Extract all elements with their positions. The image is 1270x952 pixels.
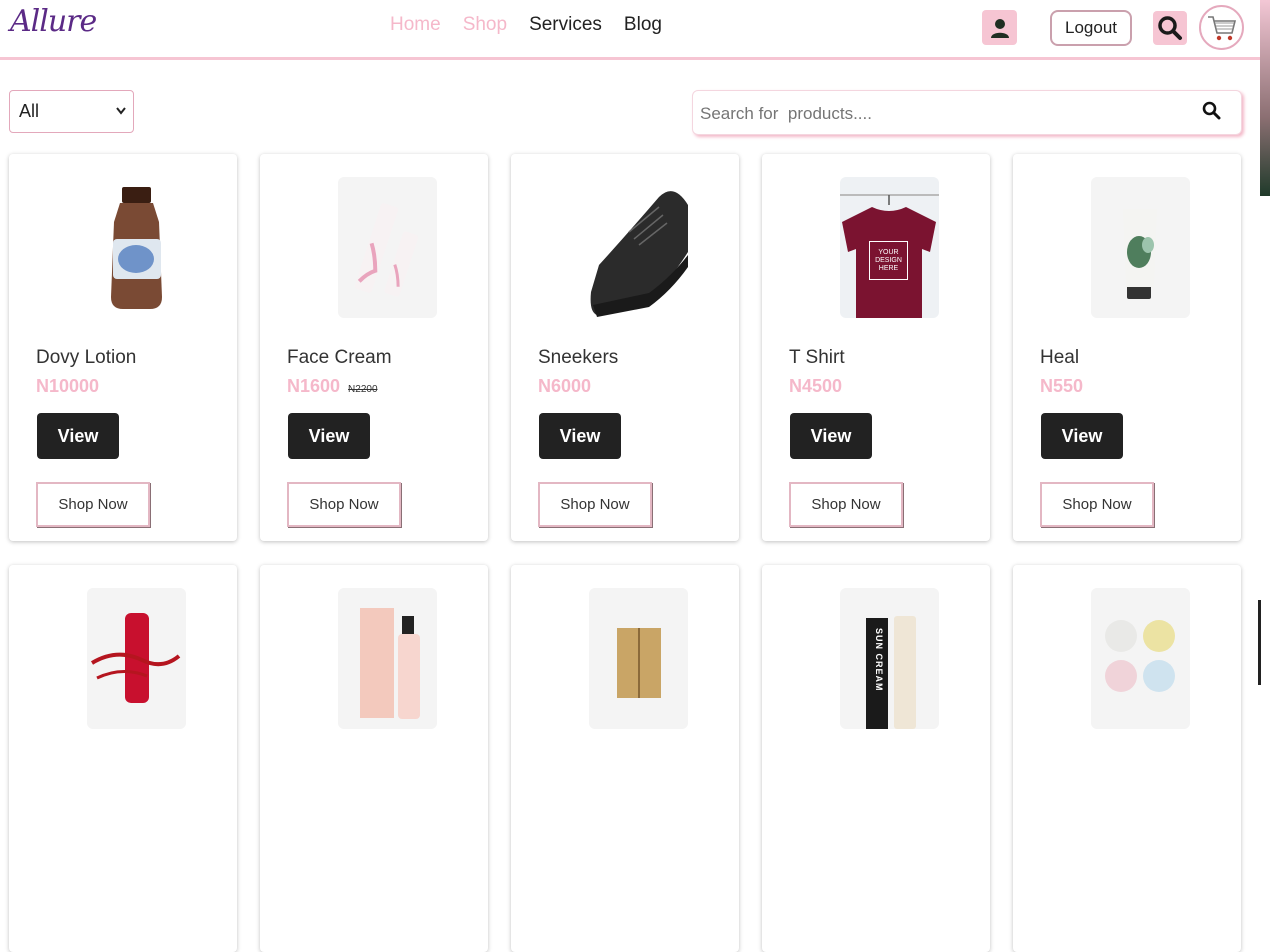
shop-now-button[interactable]: Shop Now bbox=[538, 482, 652, 527]
product-image[interactable] bbox=[589, 588, 688, 729]
shop-now-button[interactable]: Shop Now bbox=[1040, 482, 1154, 527]
tshirt-text-line: DESIGN bbox=[875, 256, 902, 264]
scrollbar-thumb[interactable] bbox=[1260, 0, 1270, 196]
shop-now-button[interactable]: Shop Now bbox=[287, 482, 401, 527]
nav-services[interactable]: Services bbox=[529, 14, 602, 36]
price-original: N2200 bbox=[348, 384, 378, 395]
view-button[interactable]: View bbox=[37, 413, 119, 459]
shop-now-button[interactable]: Shop Now bbox=[789, 482, 903, 527]
view-button[interactable]: View bbox=[1041, 413, 1123, 459]
tshirt-text-line: HERE bbox=[878, 264, 899, 272]
cart-button[interactable] bbox=[1199, 5, 1244, 50]
tshirt-print-area: YOUR DESIGN HERE bbox=[869, 241, 908, 280]
product-search-box bbox=[692, 90, 1242, 135]
product-image[interactable] bbox=[589, 177, 688, 318]
nav-home[interactable]: Home bbox=[390, 14, 441, 36]
product-card bbox=[511, 565, 739, 952]
price-current: N4500 bbox=[789, 376, 843, 396]
product-card bbox=[9, 565, 237, 952]
product-image[interactable] bbox=[338, 588, 437, 729]
sun-cream-label: SUN CREAM bbox=[874, 628, 884, 692]
product-name: Face Cream bbox=[287, 347, 392, 368]
product-name: T Shirt bbox=[789, 347, 845, 368]
filter-selected-value: All bbox=[19, 101, 40, 121]
product-price: N550 bbox=[1040, 376, 1083, 397]
product-image[interactable] bbox=[87, 588, 186, 729]
cart-icon bbox=[1207, 15, 1236, 40]
product-image[interactable]: SUN CREAM bbox=[840, 588, 939, 729]
chevron-down-icon bbox=[116, 107, 126, 115]
user-icon bbox=[990, 18, 1009, 38]
product-image[interactable] bbox=[1091, 177, 1190, 318]
search-icon[interactable] bbox=[1202, 101, 1221, 120]
user-account-button[interactable] bbox=[982, 10, 1017, 45]
product-card: SUN CREAM bbox=[762, 565, 990, 952]
product-card: Heal N550 View Shop Now bbox=[1013, 154, 1241, 541]
logout-button[interactable]: Logout bbox=[1050, 10, 1132, 46]
nav-blog[interactable]: Blog bbox=[624, 14, 662, 36]
product-card: Dovy Lotion N10000 View Shop Now bbox=[9, 154, 237, 541]
product-price: N4500 bbox=[789, 376, 842, 397]
product-image[interactable] bbox=[338, 177, 437, 318]
price-current: N1600 bbox=[287, 376, 341, 396]
brand-logo[interactable]: Allure bbox=[10, 4, 97, 39]
product-price: N1600 N2200 bbox=[287, 376, 378, 397]
scrollbar-edge bbox=[1258, 600, 1261, 685]
price-current: N6000 bbox=[538, 376, 592, 396]
product-card: Face Cream N1600 N2200 View Shop Now bbox=[260, 154, 488, 541]
product-price: N10000 bbox=[36, 376, 99, 397]
product-name: Dovy Lotion bbox=[36, 347, 137, 368]
category-filter-select[interactable]: All bbox=[9, 90, 134, 133]
product-name: Heal bbox=[1040, 347, 1080, 368]
price-current: N550 bbox=[1040, 376, 1084, 396]
view-button[interactable]: View bbox=[539, 413, 621, 459]
product-card bbox=[260, 565, 488, 952]
nav-shop[interactable]: Shop bbox=[463, 14, 507, 36]
search-icon bbox=[1158, 16, 1182, 40]
product-name: Sneekers bbox=[538, 347, 619, 368]
product-card: Sneekers N6000 View Shop Now bbox=[511, 154, 739, 541]
product-card: YOUR DESIGN HERE T Shirt N4500 View Shop… bbox=[762, 154, 990, 541]
product-image[interactable] bbox=[87, 177, 186, 318]
site-header: Allure Home Shop Services Blog Logout bbox=[0, 0, 1260, 60]
search-input[interactable] bbox=[698, 99, 1182, 128]
view-button[interactable]: View bbox=[790, 413, 872, 459]
main-nav: Home Shop Services Blog bbox=[390, 14, 662, 36]
shop-now-button[interactable]: Shop Now bbox=[36, 482, 150, 527]
product-image[interactable] bbox=[1091, 588, 1190, 729]
product-card bbox=[1013, 565, 1241, 952]
tshirt-text-line: YOUR bbox=[878, 248, 899, 256]
header-search-button[interactable] bbox=[1153, 11, 1187, 45]
price-current: N10000 bbox=[36, 376, 100, 396]
product-image[interactable]: YOUR DESIGN HERE bbox=[840, 177, 939, 318]
product-price: N6000 bbox=[538, 376, 591, 397]
view-button[interactable]: View bbox=[288, 413, 370, 459]
